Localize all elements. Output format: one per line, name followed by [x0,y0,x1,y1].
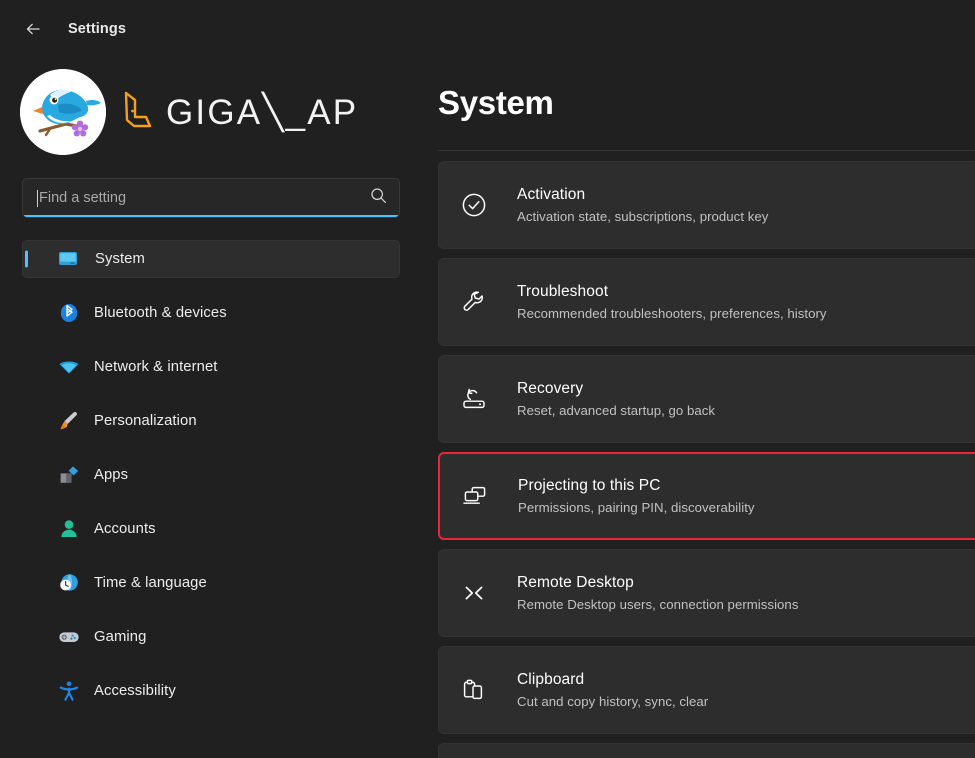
card-text: Recovery Reset, advanced startup, go bac… [517,379,715,419]
monitor-icon [57,248,79,270]
card-text: Clipboard Cut and copy history, sync, cl… [517,670,708,710]
apps-icon [58,464,80,486]
card-subtitle: Recommended troubleshooters, preferences… [517,305,827,321]
window-title: Settings [68,21,126,37]
search-input[interactable] [39,190,364,206]
person-icon [58,518,80,540]
card-title: Recovery [517,379,584,397]
settings-card-troubleshoot[interactable]: Troubleshoot Recommended troubleshooters… [438,258,975,346]
brand-text: GIGA╲_AP [166,92,359,132]
sidebar-item-label: Gaming [94,629,147,645]
sidebar-item-accessibility[interactable]: Accessibility [22,672,400,710]
card-text: Activation Activation state, subscriptio… [517,185,768,225]
wifi-icon [58,356,80,378]
bluetooth-icon [58,302,80,324]
check-circle-icon [459,190,505,220]
sidebar-item-system[interactable]: System [22,240,400,278]
settings-card-projecting-to-this-pc[interactable]: Projecting to this PC Permissions, pairi… [438,452,975,540]
sidebar-item-accounts[interactable]: Accounts [22,510,400,548]
sidebar-item-label: Personalization [94,413,197,429]
card-text: Remote Desktop Remote Desktop users, con… [517,573,798,613]
sidebar: GIGA╲_AP Find a setting System Bluetooth… [0,58,420,758]
card-subtitle: Activation state, subscriptions, product… [517,208,769,224]
wrench-icon [459,287,505,317]
back-arrow-icon [23,19,43,39]
sidebar-item-label: Bluetooth & devices [94,305,227,321]
card-title: Activation [517,185,586,203]
card-subtitle: Reset, advanced startup, go back [517,402,716,418]
clock-globe-icon [58,572,80,594]
main-content: System Activation Activation state, subs… [420,58,975,758]
settings-card-partial[interactable] [438,743,975,758]
settings-card-activation[interactable]: Activation Activation state, subscriptio… [438,161,975,249]
sidebar-item-label: Accounts [94,521,156,537]
card-text: Troubleshoot Recommended troubleshooters… [517,282,827,322]
user-profile[interactable]: GIGA╲_AP [0,58,420,155]
sidebar-item-label: System [95,251,145,267]
search-focus-underline [24,215,398,217]
sidebar-item-label: Accessibility [94,683,176,699]
sidebar-item-personalization[interactable]: Personalization [22,402,400,440]
sidebar-item-apps[interactable]: Apps [22,456,400,494]
search-box[interactable] [22,178,400,218]
sidebar-nav: System Bluetooth & devices Network & int… [0,240,420,710]
card-title: Clipboard [517,670,585,688]
header-divider [438,150,975,151]
page-title: System [438,84,554,121]
back-button[interactable] [16,12,50,46]
settings-window: Settings GIGA╲_AP Find a setting System … [0,0,975,758]
search-icon[interactable] [370,187,387,209]
settings-card-recovery[interactable]: Recovery Reset, advanced startup, go bac… [438,355,975,443]
remote-desktop-icon [459,578,505,608]
settings-card-remote-desktop[interactable]: Remote Desktop Remote Desktop users, con… [438,549,975,637]
search-container [22,178,400,218]
sidebar-item-label: Apps [94,467,129,483]
sidebar-item-bluetooth-devices[interactable]: Bluetooth & devices [22,294,400,332]
recovery-icon [459,384,505,414]
title-bar: Settings [0,0,975,58]
text-caret [37,189,38,207]
card-title: Remote Desktop [517,573,634,591]
projecting-icon [460,481,506,511]
card-title: Troubleshoot [517,282,609,300]
avatar [20,69,106,155]
sidebar-item-gaming[interactable]: Gaming [22,618,400,656]
sidebar-item-time-language[interactable]: Time & language [22,564,400,602]
paintbrush-icon [58,410,80,432]
sidebar-item-label: Network & internet [94,359,218,375]
card-subtitle: Remote Desktop users, connection permiss… [517,596,799,612]
settings-card-list: Activation Activation state, subscriptio… [438,161,975,758]
selection-accent-bar [25,250,28,268]
card-text: Projecting to this PC Permissions, pairi… [518,476,755,516]
card-subtitle: Permissions, pairing PIN, discoverabilit… [518,499,755,515]
gamepad-icon [58,626,80,648]
card-subtitle: Cut and copy history, sync, clear [517,693,709,709]
sidebar-item-label: Time & language [94,575,207,591]
accessibility-icon [58,680,80,702]
gigalap-logo-mark-icon [122,89,156,136]
clipboard-icon [459,675,505,705]
sidebar-item-network-internet[interactable]: Network & internet [22,348,400,386]
brand: GIGA╲_AP [122,89,358,136]
card-title: Projecting to this PC [518,476,661,494]
settings-card-clipboard[interactable]: Clipboard Cut and copy history, sync, cl… [438,646,975,734]
